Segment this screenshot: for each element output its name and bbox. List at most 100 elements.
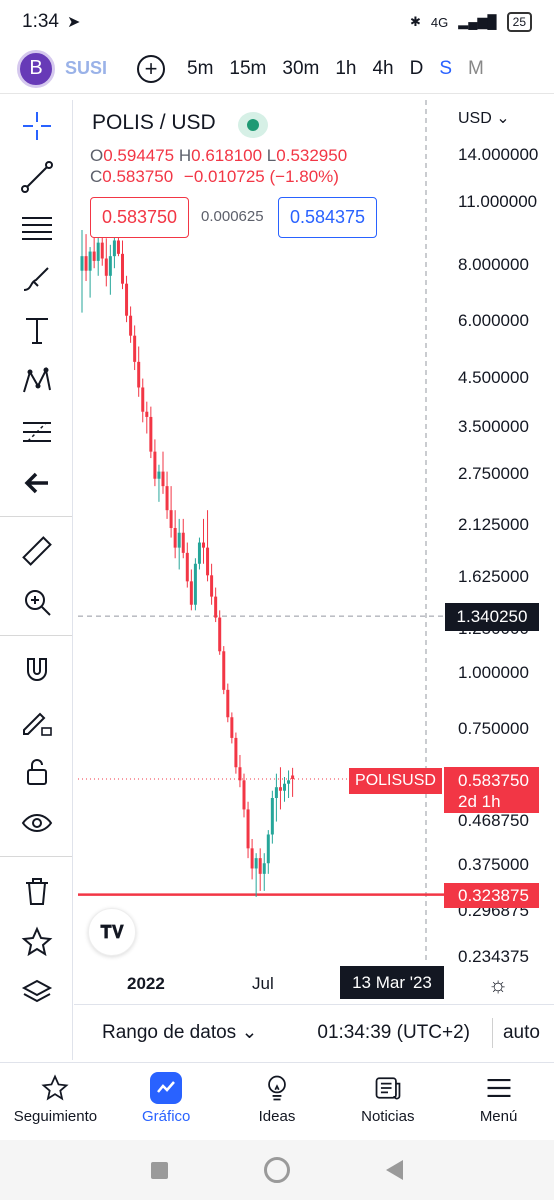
crosshair-price-label: 1.340250 (445, 603, 539, 631)
candle (238, 754, 242, 788)
back-arrow-icon[interactable] (0, 457, 73, 508)
candle (92, 236, 96, 269)
avatar[interactable]: B (17, 49, 55, 88)
crosshair-date-label: 13 Mar '23 (340, 966, 444, 999)
layers-icon[interactable] (0, 967, 73, 1018)
candle (185, 542, 189, 588)
telegram-icon: ➤ (66, 14, 81, 31)
system-navigation (0, 1140, 554, 1200)
candle (274, 773, 278, 822)
candle (181, 518, 185, 559)
candle (258, 848, 262, 891)
interval-d[interactable]: D (402, 58, 432, 80)
candle (222, 646, 226, 695)
price-tick-label: 11.000000 (458, 192, 538, 212)
candle (246, 801, 250, 859)
forecast-icon[interactable] (0, 406, 73, 457)
symbol-search[interactable]: SUSI (65, 58, 129, 79)
ohlc-row: O0.594475 H0.618100 L0.532950 (90, 146, 348, 165)
price-tick-label: 2.750000 (458, 464, 529, 484)
unlock-icon[interactable] (0, 746, 73, 797)
pattern-icon[interactable] (0, 355, 73, 406)
time-axis[interactable]: 2022 Jul (74, 962, 554, 1004)
close-row: C0.583750 −0.010725 (−1.80%) (90, 167, 339, 186)
open-value: 0.594475 (103, 146, 175, 165)
candle (266, 830, 270, 874)
interval-1h[interactable]: 1h (327, 58, 364, 80)
star-icon[interactable] (0, 916, 73, 967)
trend-line-icon[interactable] (0, 151, 73, 202)
brush-icon[interactable] (0, 253, 73, 304)
interval-30m[interactable]: 30m (274, 58, 327, 80)
candle (165, 471, 169, 519)
auto-scale-button[interactable]: auto (503, 1022, 540, 1044)
candle (169, 486, 173, 538)
chevron-down-icon: ⌄ (241, 1022, 258, 1043)
magnet-icon[interactable] (0, 644, 73, 695)
nav-news[interactable]: Noticias (332, 1063, 443, 1134)
interval-5m[interactable]: 5m (179, 58, 221, 80)
market-status-icon[interactable] (238, 112, 268, 138)
candle (88, 247, 92, 298)
nav-chart[interactable]: Gráfico (111, 1063, 222, 1134)
candle (189, 569, 193, 611)
candle (234, 732, 238, 774)
nav-menu[interactable]: Menú (443, 1063, 554, 1134)
candle (153, 439, 157, 487)
price-tick-label: 4.500000 (458, 367, 529, 387)
candle (206, 510, 210, 582)
interval-m[interactable]: M (460, 58, 492, 80)
candle (80, 229, 84, 313)
price-tick-label: 0.375000 (458, 854, 529, 874)
price-tick-label: 1.000000 (458, 662, 529, 682)
recents-button[interactable] (151, 1161, 168, 1179)
tradingview-logo[interactable]: 𝐓𝐕 (88, 908, 136, 956)
back-button[interactable] (386, 1160, 403, 1180)
timezone-clock[interactable]: 01:34:39 (UTC+2) (317, 1022, 470, 1044)
price-tick-label: 6.000000 (458, 311, 529, 331)
trash-icon[interactable] (0, 865, 73, 916)
candle (84, 234, 88, 282)
candle (287, 770, 291, 798)
nav-ideas[interactable]: Ideas (222, 1063, 333, 1134)
sell-button[interactable]: 0.583750 (90, 197, 189, 238)
eye-icon[interactable] (0, 797, 73, 848)
crosshair-icon[interactable] (0, 100, 73, 151)
lock-drawing-icon[interactable] (0, 695, 73, 746)
price-tick-label: 0.750000 (458, 718, 529, 738)
horizontal-line-price: 0.323875 (444, 883, 539, 908)
ruler-icon[interactable] (0, 525, 73, 576)
candle (210, 563, 214, 605)
candle (254, 853, 258, 897)
candle (149, 406, 153, 459)
candle (262, 853, 266, 891)
price-tick-label: 0.468750 (458, 811, 529, 831)
battery-icon: 25 (506, 12, 532, 32)
zoom-in-icon[interactable] (0, 576, 73, 627)
candle (121, 240, 124, 290)
currency-selector[interactable]: USD ⌄ (458, 108, 510, 128)
date-range-button[interactable]: Rango de datos ⌄ (102, 1021, 257, 1044)
candle (291, 767, 295, 797)
change-value: −0.010725 (−1.80%) (183, 167, 339, 186)
interval-15m[interactable]: 15m (221, 58, 274, 80)
top-toolbar: B SUSI + 5m 15m 30m 1h 4h D S M (0, 44, 554, 94)
candle (137, 346, 141, 397)
toolbar-divider (0, 856, 72, 857)
candle (226, 683, 230, 723)
price-tick-label: 3.500000 (458, 416, 529, 436)
star-icon (39, 1072, 71, 1104)
add-symbol-button[interactable]: + (137, 54, 165, 83)
interval-s[interactable]: S (431, 58, 460, 80)
bluetooth-icon: ✱ (409, 14, 421, 29)
text-icon[interactable] (0, 304, 73, 355)
symbol-title[interactable]: POLIS / USD (92, 111, 216, 135)
interval-4h[interactable]: 4h (364, 58, 401, 80)
candle (218, 610, 222, 655)
home-button[interactable] (264, 1157, 290, 1183)
nav-watchlist[interactable]: Seguimiento (0, 1063, 111, 1134)
buy-button[interactable]: 0.584375 (278, 197, 377, 238)
candle (242, 773, 246, 818)
fib-retracement-icon[interactable] (0, 202, 73, 253)
settings-icon[interactable]: ☼ (488, 972, 508, 998)
